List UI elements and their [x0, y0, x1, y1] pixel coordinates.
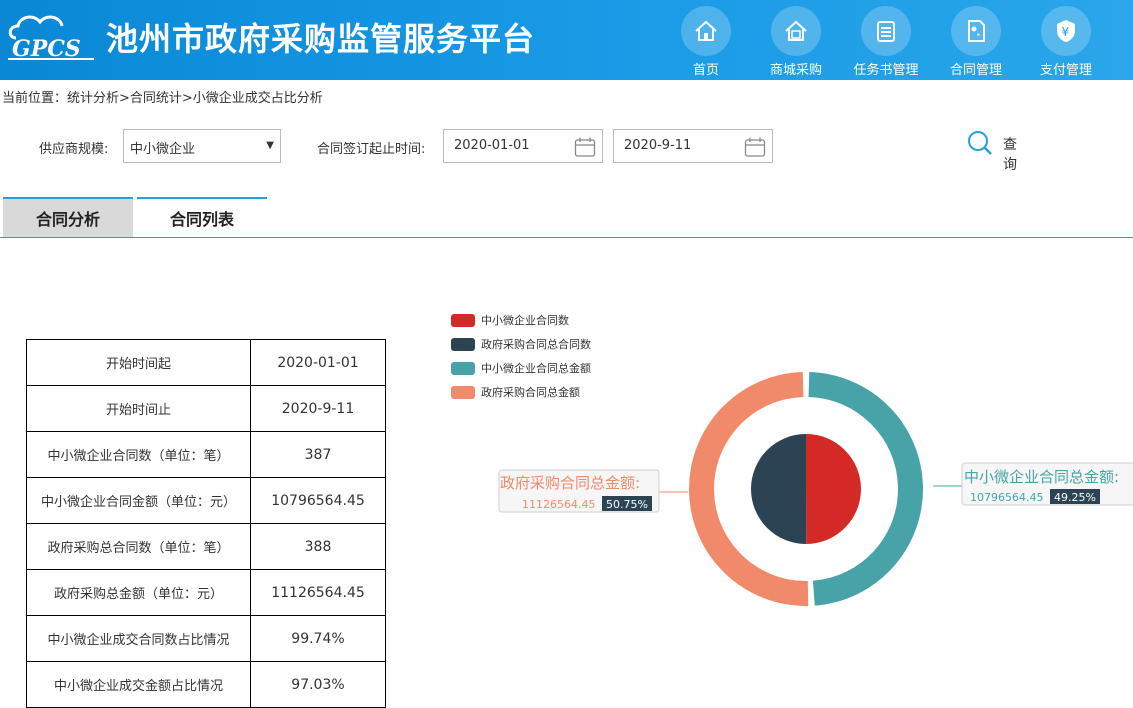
payment-icon: ¥	[1041, 6, 1091, 56]
dropdown-arrow-icon: ▼	[266, 140, 274, 151]
mall-icon	[771, 6, 821, 56]
table-cell-key: 开始时间止	[26, 385, 251, 432]
supplier-scale-select[interactable]: 中小微企业 ▼	[123, 129, 281, 163]
nav-task-book[interactable]: 任务书管理	[847, 6, 925, 78]
legend-item-sme-amount-swatch	[451, 362, 475, 375]
nav-payment-label: 支付管理	[1039, 63, 1092, 78]
stats-table: 开始时间起 2020-01-01 开始时间止 2020-9-11 中小微企业合同数（…	[26, 339, 386, 708]
label-value-sme-amount: 10796564.45	[970, 491, 1043, 504]
tab-divider	[0, 237, 1133, 238]
table-row: 政府采购总金额（单位：元） 11126564.45	[26, 569, 386, 616]
table-cell-value: 388	[250, 523, 386, 570]
table-cell-key: 中小微企业成交合同数占比情况	[26, 615, 251, 662]
label-value-gov-amount: 11126564.45	[522, 498, 595, 511]
table-cell-value: 2020-01-01	[250, 339, 386, 386]
end-date-input[interactable]: 2020-9-11	[613, 129, 773, 163]
supplier-scale-value: 中小微企业	[130, 142, 196, 157]
end-date-value: 2020-9-11	[624, 138, 692, 153]
table-cell-key: 政府采购总合同数（单位：笔）	[26, 523, 251, 570]
legend-item-gov-count-label: 政府采购合同总合同数	[481, 337, 591, 351]
legend-item-sme-count-label: 中小微企业合同数	[481, 313, 569, 327]
table-cell-value: 387	[250, 431, 386, 478]
nav-home[interactable]: 首页	[667, 6, 745, 78]
table-cell-key: 中小微企业合同数（单位：笔）	[26, 431, 251, 478]
nav-mall[interactable]: 商城采购	[757, 6, 835, 78]
top-header: GPCS 池州市政府采购监管服务平台 首页 商城采购 任务书管理 合同管理 ¥ …	[0, 0, 1133, 80]
inner-slice-gov-count	[750, 434, 807, 544]
table-cell-value: 99.74%	[250, 615, 386, 662]
start-date-input[interactable]: 2020-01-01	[443, 129, 603, 163]
label-percent-gov-amount: 50.75%	[606, 498, 648, 511]
table-cell-value: 97.03%	[250, 661, 386, 708]
table-row: 中小微企业合同金额（单位：元） 10796564.45	[26, 477, 386, 524]
table-cell-value: 11126564.45	[250, 569, 386, 616]
gpcs-logo: GPCS	[8, 15, 94, 62]
start-date-value: 2020-01-01	[454, 138, 530, 153]
contract-ratio-chart: 中小微企业合同数政府采购合同总合同数中小微企业合同总金额政府采购合同总金额中小微…	[451, 313, 1133, 606]
query-label: 查询	[1003, 137, 1017, 173]
label-title-sme-amount: 中小微企业合同总金额:	[964, 468, 1119, 486]
nav-payment[interactable]: ¥ 支付管理	[1027, 6, 1105, 78]
legend-item-sme-count-swatch	[451, 314, 475, 327]
label-percent-sme-amount: 49.25%	[1054, 491, 1096, 504]
table-row: 中小微企业合同数（单位：笔） 387	[26, 431, 386, 478]
nav-contract[interactable]: 合同管理	[937, 6, 1015, 78]
table-row: 政府采购总合同数（单位：笔） 388	[26, 523, 386, 570]
table-row: 开始时间起 2020-01-01	[26, 339, 386, 386]
home-icon	[681, 6, 731, 56]
supplier-scale-label: 供应商规模:	[39, 142, 109, 157]
table-cell-value: 2020-9-11	[250, 385, 386, 432]
calendar-icon[interactable]	[574, 136, 596, 158]
query-button[interactable]: 查询	[966, 129, 1017, 173]
breadcrumb: 当前位置：统计分析>合同统计>小微企业成交占比分析	[2, 91, 323, 106]
nav-task-book-label: 任务书管理	[853, 63, 919, 78]
inner-slice-sme-count	[806, 434, 861, 544]
sign-date-range-label: 合同签订起止时间:	[317, 142, 426, 157]
search-icon	[968, 131, 992, 155]
nav-contract-label: 合同管理	[949, 63, 1002, 78]
table-row: 中小微企业成交合同数占比情况 99.74%	[26, 615, 386, 662]
legend-item-gov-amount-swatch	[451, 386, 475, 399]
site-title: 池州市政府采购监管服务平台	[106, 20, 536, 58]
table-row: 开始时间止 2020-9-11	[26, 385, 386, 432]
table-cell-key: 政府采购总金额（单位：元）	[26, 569, 251, 616]
legend-item-gov-count-swatch	[451, 338, 475, 351]
task-book-icon	[861, 6, 911, 56]
table-cell-key: 开始时间起	[26, 339, 251, 386]
contract-icon	[951, 6, 1001, 56]
nav-mall-label: 商城采购	[769, 63, 822, 78]
nav-home-label: 首页	[692, 63, 719, 78]
table-cell-value: 10796564.45	[250, 477, 386, 524]
table-cell-key: 中小微企业成交金额占比情况	[26, 661, 251, 708]
label-title-gov-amount: 政府采购合同总金额:	[500, 474, 640, 492]
calendar-icon[interactable]	[744, 136, 766, 158]
tab-contract-analysis[interactable]: 合同分析	[3, 197, 133, 237]
svg-text:¥: ¥	[1062, 25, 1070, 39]
table-row: 中小微企业成交金额占比情况 97.03%	[26, 661, 386, 708]
legend-item-gov-amount-label: 政府采购合同总金额	[481, 385, 580, 399]
tab-contract-list[interactable]: 合同列表	[137, 197, 267, 237]
table-cell-key: 中小微企业合同金额（单位：元）	[26, 477, 251, 524]
legend-item-sme-amount-label: 中小微企业合同总金额	[481, 361, 591, 375]
